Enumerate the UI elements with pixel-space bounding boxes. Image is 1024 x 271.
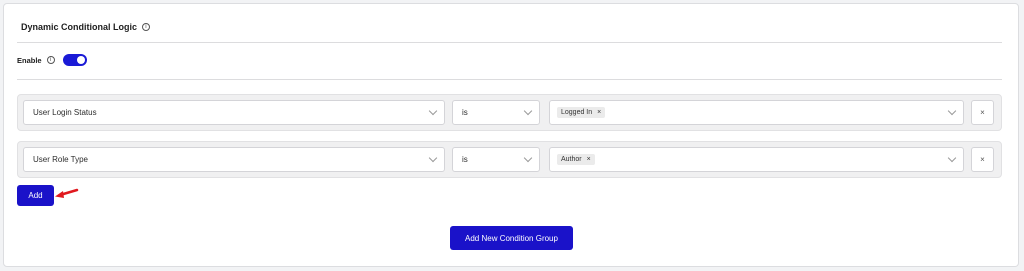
chevron-down-icon xyxy=(947,106,957,116)
enable-row: Enable i xyxy=(17,54,87,66)
add-condition-group-button[interactable]: Add New Condition Group xyxy=(450,226,573,250)
enable-toggle[interactable] xyxy=(62,54,87,66)
chevron-down-icon xyxy=(428,153,438,163)
value-tag-label: Author xyxy=(561,156,582,163)
divider xyxy=(17,42,1002,43)
info-icon[interactable]: i xyxy=(142,23,151,31)
field-select-value: User Login Status xyxy=(33,108,97,117)
operator-select[interactable]: is xyxy=(452,147,540,172)
remove-condition-button[interactable]: × xyxy=(971,147,994,172)
chevron-down-icon xyxy=(523,106,533,116)
operator-select-value: is xyxy=(462,108,468,117)
field-select-value: User Role Type xyxy=(33,155,88,164)
condition-row: User Role Type is Author × × xyxy=(17,141,1002,178)
field-select[interactable]: User Login Status xyxy=(23,100,445,125)
remove-tag-icon[interactable]: × xyxy=(587,156,591,163)
enable-label: Enable xyxy=(17,55,42,65)
annotation-arrow-icon xyxy=(55,188,79,198)
value-tag-label: Logged In xyxy=(561,109,593,116)
remove-tag-icon[interactable]: × xyxy=(597,109,601,116)
operator-select-value: is xyxy=(462,155,468,164)
condition-row: User Login Status is Logged In × × xyxy=(17,94,1002,131)
panel-title: Dynamic Conditional Logic xyxy=(21,22,138,32)
panel-header: Dynamic Conditional Logic i xyxy=(21,22,151,32)
add-condition-button[interactable]: Add xyxy=(17,185,54,206)
value-tag: Logged In × xyxy=(557,107,606,118)
chevron-down-icon xyxy=(428,106,438,116)
chevron-down-icon xyxy=(523,153,533,163)
remove-condition-button[interactable]: × xyxy=(971,100,994,125)
toggle-knob xyxy=(76,56,85,64)
info-icon[interactable]: i xyxy=(46,56,55,64)
operator-select[interactable]: is xyxy=(452,100,540,125)
value-multiselect[interactable]: Author × xyxy=(549,147,964,172)
value-tag: Author × xyxy=(557,154,595,165)
chevron-down-icon xyxy=(947,153,957,163)
divider xyxy=(17,79,1002,80)
field-select[interactable]: User Role Type xyxy=(23,147,445,172)
value-multiselect[interactable]: Logged In × xyxy=(549,100,964,125)
